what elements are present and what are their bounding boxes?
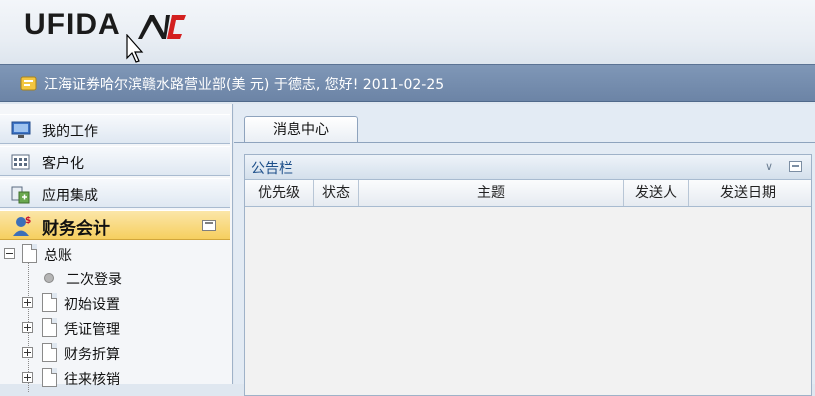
tree-node-relogin[interactable]: 二次登录	[0, 266, 230, 290]
panel-title: 公告栏	[251, 161, 293, 177]
column-header-sender[interactable]: 发送人	[624, 180, 689, 206]
nav-item-label: 应用集成	[42, 188, 98, 204]
tab-message-center[interactable]: 消息中心	[244, 116, 358, 143]
message-table-header: 优先级 状态 主题 发送人 发送日期	[245, 180, 811, 207]
panel-header: 公告栏 ∨	[245, 155, 811, 180]
bulletin-panel: 公告栏 ∨ 优先级 状态 主题 发送人 发送日期	[244, 154, 812, 396]
my-work-icon	[11, 121, 31, 138]
mouse-cursor-icon	[126, 34, 144, 63]
left-navigation: 我的工作 客户化 应用集成 $ 财务会计 总账 二次登录 初始设置 凭证管理 财…	[0, 104, 233, 392]
document-icon	[42, 343, 57, 362]
tree-node-label: 财务折算	[64, 347, 120, 363]
tree-node-label: 往来核销	[64, 372, 120, 388]
column-header-send-date[interactable]: 发送日期	[689, 180, 807, 206]
main-area: 消息中心 公告栏 ∨ 优先级 状态 主题 发送人 发送日期	[234, 104, 815, 396]
tab-divider	[234, 142, 815, 143]
expand-node-icon[interactable]	[22, 372, 33, 383]
finance-user-icon: $	[13, 216, 31, 236]
tree-node-voucher[interactable]: 凭证管理	[0, 316, 230, 340]
expand-node-icon[interactable]	[22, 322, 33, 333]
tree-node-label: 初始设置	[64, 297, 120, 313]
status-bar: 江海证券哈尔滨赣水路营业部(美 元) 于德志, 您好! 2011-02-25	[0, 64, 815, 102]
chevron-down-icon[interactable]: ∨	[765, 160, 773, 173]
collapse-node-icon[interactable]	[4, 248, 15, 259]
tree-node-ledger[interactable]: 总账	[0, 242, 230, 266]
svg-text:$: $	[25, 216, 31, 226]
tree-node-initial-setup[interactable]: 初始设置	[0, 291, 230, 315]
tree-node-writeoff[interactable]: 往来核销	[0, 366, 230, 390]
collapse-button[interactable]	[202, 220, 216, 231]
user-badge-icon	[20, 76, 37, 91]
ufida-logo: UFIDA	[24, 8, 121, 41]
minimize-panel-icon[interactable]	[789, 161, 802, 172]
document-icon	[42, 318, 57, 337]
document-icon	[42, 293, 57, 312]
tree-node-conversion[interactable]: 财务折算	[0, 341, 230, 365]
document-icon	[22, 244, 37, 263]
nav-item-label: 客户化	[42, 156, 84, 172]
document-icon	[42, 368, 57, 387]
column-header-priority[interactable]: 优先级	[245, 180, 314, 206]
column-header-status[interactable]: 状态	[314, 180, 359, 206]
tree-node-label: 总账	[44, 248, 72, 264]
nav-item-my-work[interactable]: 我的工作	[0, 114, 230, 144]
expand-node-icon[interactable]	[22, 297, 33, 308]
column-header-subject[interactable]: 主题	[359, 180, 624, 206]
nav-item-label: 财务会计	[42, 219, 110, 239]
customize-icon	[11, 154, 30, 170]
nav-item-label: 我的工作	[42, 124, 98, 140]
expand-node-icon[interactable]	[22, 347, 33, 358]
integration-icon	[11, 186, 30, 204]
nav-item-finance[interactable]: $ 财务会计	[0, 210, 230, 240]
nav-item-customize[interactable]: 客户化	[0, 146, 230, 176]
nav-item-integration[interactable]: 应用集成	[0, 178, 230, 208]
bullet-icon	[44, 273, 54, 283]
tree-node-label: 凭证管理	[64, 322, 120, 338]
tree-node-label: 二次登录	[66, 272, 122, 288]
top-banner: UFIDA	[0, 0, 815, 64]
welcome-text: 江海证券哈尔滨赣水路营业部(美 元) 于德志, 您好! 2011-02-25	[44, 77, 445, 93]
